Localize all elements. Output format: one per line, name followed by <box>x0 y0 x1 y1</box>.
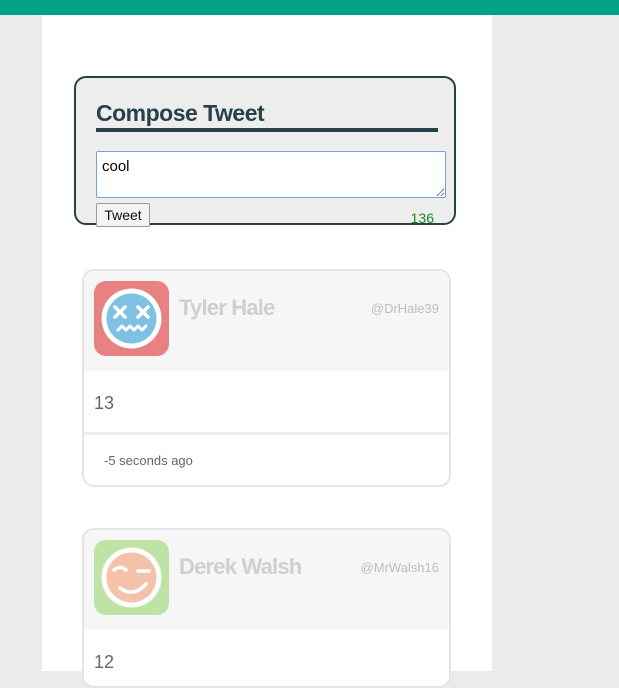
tweet-timestamp: -5 seconds ago <box>104 453 193 468</box>
tweet-body: 13 <box>84 371 449 435</box>
user-display-name[interactable]: Tyler Hale <box>179 295 275 321</box>
tweet-card: Derek Walsh @MrWalsh16 12 <box>82 528 451 688</box>
compose-title: Compose Tweet <box>96 98 438 132</box>
tweet-card: Tyler Hale @DrHale39 13 -5 seconds ago <box>82 269 451 487</box>
user-display-name[interactable]: Derek Walsh <box>179 554 302 580</box>
tweet-text: 12 <box>94 652 115 672</box>
dizzy-face-icon <box>94 281 169 356</box>
user-handle[interactable]: @MrWalsh16 <box>361 560 439 575</box>
compose-tweet-panel: Compose Tweet Tweet 136 <box>74 76 456 227</box>
tweet-button[interactable]: Tweet <box>96 203 150 227</box>
user-handle[interactable]: @DrHale39 <box>371 301 439 316</box>
winking-face-icon <box>94 540 169 615</box>
character-count: 136 <box>410 210 434 226</box>
tweet-text: 13 <box>94 393 115 413</box>
top-bar <box>0 0 619 15</box>
tweet-body: 12 <box>84 630 449 686</box>
tweet-input[interactable] <box>96 151 446 198</box>
tweet-footer: -5 seconds ago <box>84 435 449 485</box>
tweet-header: Tyler Hale @DrHale39 <box>84 271 449 371</box>
tweet-header: Derek Walsh @MrWalsh16 <box>84 530 449 630</box>
